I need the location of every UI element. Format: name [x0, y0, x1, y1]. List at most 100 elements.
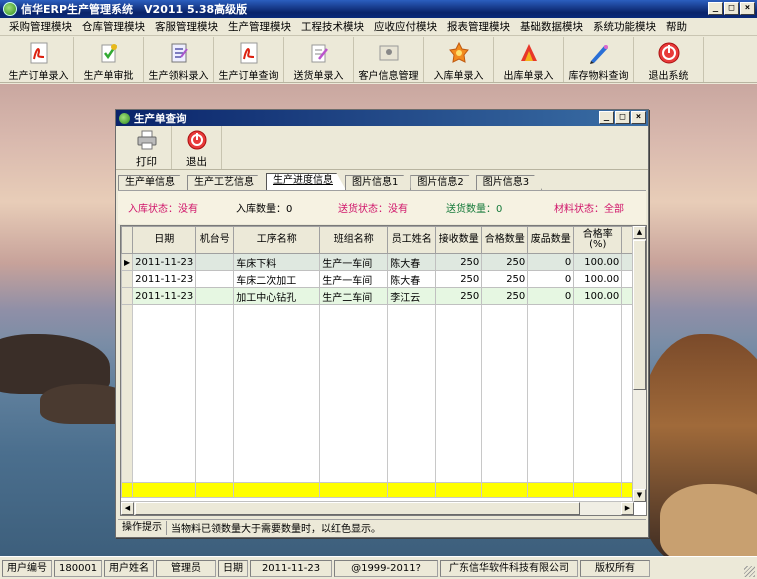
- row-indicator-header: [121, 226, 134, 254]
- cell-pass-rate[interactable]: 100.00: [573, 253, 623, 271]
- tab-image-info-3[interactable]: 图片信息3: [475, 175, 543, 190]
- exit-icon: [185, 128, 209, 151]
- menu-production[interactable]: 生产管理模块: [223, 19, 296, 34]
- cell-process-name[interactable]: 车床下料: [233, 253, 321, 271]
- menu-help[interactable]: 帮助: [661, 19, 692, 34]
- cell-machine-no[interactable]: [195, 270, 235, 288]
- printer-icon: [135, 128, 159, 151]
- scroll-down-button[interactable]: ▼: [633, 489, 646, 502]
- cell-team-name[interactable]: 生产二车间: [319, 287, 389, 305]
- production-order-query-button[interactable]: 生产订单查询: [214, 37, 284, 82]
- stock-in-entry-button[interactable]: 入库单录入: [424, 37, 494, 82]
- production-order-entry-button[interactable]: 生产订单录入: [4, 37, 74, 82]
- column-header-team-name[interactable]: 班组名称: [319, 226, 389, 254]
- exit-button[interactable]: 退出: [172, 126, 222, 169]
- cell-scrap-qty[interactable]: 0: [527, 287, 575, 305]
- cell-received-qty[interactable]: 250: [435, 270, 483, 288]
- tab-process-info[interactable]: 生产工艺信息: [187, 175, 267, 190]
- column-header-scrap-qty[interactable]: 废品数量: [527, 226, 575, 254]
- column-header-employee-name[interactable]: 员工姓名: [387, 226, 437, 254]
- cell-qualified-qty[interactable]: 250: [481, 287, 529, 305]
- hint-text: 当物料已领数量大于需要数量时，以红色显示。: [171, 524, 381, 535]
- maximize-button[interactable]: □: [724, 2, 739, 15]
- cell-scrap-qty[interactable]: 0: [527, 253, 575, 271]
- cell-received-qty[interactable]: 250: [435, 253, 483, 271]
- cell-date[interactable]: 2011-11-23: [132, 270, 197, 288]
- cell-team-name[interactable]: 生产一车间: [319, 270, 389, 288]
- customer-icon: [376, 40, 402, 65]
- material-status: 材料状态：全部: [554, 204, 624, 215]
- tab-image-info-2[interactable]: 图片信息2: [410, 175, 477, 190]
- exit-icon: [656, 40, 682, 65]
- production-requisition-entry-button[interactable]: 生产领料录入: [144, 37, 214, 82]
- production-approval-button[interactable]: 生产单审批: [74, 37, 144, 82]
- exit-system-button[interactable]: 退出系统: [634, 37, 704, 82]
- menu-customer-service[interactable]: 客服管理模块: [150, 19, 223, 34]
- inventory-icon: [586, 40, 612, 65]
- cell-date[interactable]: 2011-11-23: [132, 253, 197, 271]
- table-row[interactable]: ▶ 2011-11-23 车床下料 生产一车间 陈大春 250 250 0 10…: [121, 253, 643, 271]
- stock-out-entry-button[interactable]: 出库单录入: [494, 37, 564, 82]
- resize-grip[interactable]: [744, 566, 755, 577]
- cell-team-name[interactable]: 生产一车间: [319, 253, 389, 271]
- menu-system[interactable]: 系统功能模块: [588, 19, 661, 34]
- column-header-received-qty[interactable]: 接收数量: [435, 226, 483, 254]
- cell-employee-name[interactable]: 陈大春: [387, 253, 437, 271]
- cell-process-name[interactable]: 车床二次加工: [233, 270, 321, 288]
- cell-pass-rate[interactable]: 100.00: [573, 287, 623, 305]
- child-minimize-button[interactable]: _: [599, 111, 614, 124]
- menu-warehouse[interactable]: 仓库管理模块: [77, 19, 150, 34]
- menu-base-data[interactable]: 基础数据模块: [515, 19, 588, 34]
- child-window-controls: _ □ ×: [599, 111, 646, 124]
- cell-date[interactable]: 2011-11-23: [132, 287, 197, 305]
- menu-purchase[interactable]: 采购管理模块: [4, 19, 77, 34]
- cell-qualified-qty[interactable]: 250: [481, 270, 529, 288]
- stock-out-icon: [516, 40, 542, 65]
- print-button[interactable]: 打印: [122, 126, 172, 169]
- scroll-right-button[interactable]: ▶: [621, 502, 634, 515]
- horizontal-scrollbar[interactable]: ◀ ▶: [121, 501, 634, 515]
- progress-grid[interactable]: 日期 机台号 工序名称 班组名称 员工姓名 接收数量 合格数量 废品数量 合格率…: [120, 225, 647, 516]
- table-row[interactable]: 2011-11-23 加工中心钻孔 生产二车间 李江云 250 250 0 10…: [121, 287, 643, 305]
- column-header-date[interactable]: 日期: [132, 226, 197, 254]
- tab-image-info-1[interactable]: 图片信息1: [345, 175, 412, 190]
- progress-table: 日期 机台号 工序名称 班组名称 员工姓名 接收数量 合格数量 废品数量 合格率…: [121, 226, 643, 498]
- delivery-entry-button[interactable]: 送货单录入: [284, 37, 354, 82]
- inventory-query-button[interactable]: 库存物料查询: [564, 37, 634, 82]
- menu-receivables-payables[interactable]: 应收应付模块: [369, 19, 442, 34]
- tab-progress-info[interactable]: 生产进度信息: [266, 173, 346, 190]
- tab-production-order-info[interactable]: 生产单信息: [118, 175, 188, 190]
- scroll-left-button[interactable]: ◀: [121, 502, 134, 515]
- date-value: 2011-11-23: [250, 559, 332, 577]
- cell-employee-name[interactable]: 陈大春: [387, 270, 437, 288]
- horizontal-scroll-thumb[interactable]: [135, 502, 580, 515]
- cell-machine-no[interactable]: [195, 253, 235, 271]
- user-no-label: 用户编号: [2, 559, 52, 577]
- cell-received-qty[interactable]: 250: [435, 287, 483, 305]
- vertical-scroll-thumb[interactable]: [633, 240, 646, 390]
- close-button[interactable]: ×: [740, 2, 755, 15]
- pdf-icon: [26, 40, 52, 65]
- column-header-pass-rate[interactable]: 合格率 (%): [573, 226, 623, 254]
- child-close-button[interactable]: ×: [631, 111, 646, 124]
- vertical-scrollbar[interactable]: ▲ ▼: [632, 226, 646, 502]
- stock-in-quantity: 入库数量：0: [236, 204, 293, 215]
- cell-machine-no[interactable]: [195, 287, 235, 305]
- user-name-label: 用户姓名: [104, 559, 154, 577]
- customer-info-button[interactable]: 客户信息管理: [354, 37, 424, 82]
- cell-pass-rate[interactable]: 100.00: [573, 270, 623, 288]
- cell-employee-name[interactable]: 李江云: [387, 287, 437, 305]
- scroll-up-button[interactable]: ▲: [633, 226, 646, 239]
- column-header-qualified-qty[interactable]: 合格数量: [481, 226, 529, 254]
- cell-scrap-qty[interactable]: 0: [527, 270, 575, 288]
- menu-engineering[interactable]: 工程技术模块: [296, 19, 369, 34]
- child-maximize-button[interactable]: □: [615, 111, 630, 124]
- column-header-machine-no[interactable]: 机台号: [195, 226, 235, 254]
- user-name-value: 管理员: [156, 559, 216, 577]
- minimize-button[interactable]: _: [708, 2, 723, 15]
- cell-process-name[interactable]: 加工中心钻孔: [233, 287, 321, 305]
- table-row[interactable]: 2011-11-23 车床二次加工 生产一车间 陈大春 250 250 0 10…: [121, 270, 643, 288]
- cell-qualified-qty[interactable]: 250: [481, 253, 529, 271]
- column-header-process-name[interactable]: 工序名称: [233, 226, 321, 254]
- menu-reports[interactable]: 报表管理模块: [442, 19, 515, 34]
